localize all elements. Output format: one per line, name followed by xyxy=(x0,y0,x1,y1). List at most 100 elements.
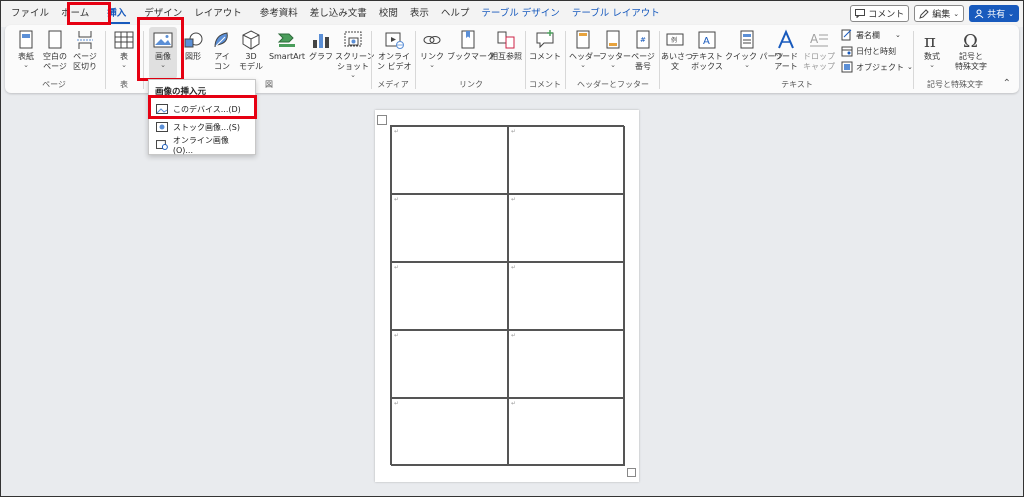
online-images-option[interactable]: オンライン画像(O)... xyxy=(149,136,255,155)
cell-end-mark-icon: ↵ xyxy=(511,128,517,135)
online-video-button[interactable]: オンライ ン ビデオ xyxy=(377,29,412,72)
page-break-button[interactable]: ページ 区切り xyxy=(71,29,99,72)
label-table[interactable]: ↵ ↵ ↵ ↵ ↵ ↵ ↵ ↵ ↵ ↵ xyxy=(390,125,625,466)
wordart-button[interactable]: ワード アート xyxy=(771,29,801,72)
text-group: 例 あいさつ 文 A テキスト ボックス クイック パーツ ⌄ ワード アート … xyxy=(661,25,913,93)
cell-end-mark-icon: ↵ xyxy=(394,196,400,203)
3d-models-label: 3D モデル xyxy=(239,52,263,71)
stock-image-icon xyxy=(156,122,168,132)
tab-layout[interactable]: レイアウト xyxy=(188,1,248,27)
icons-icon xyxy=(214,32,228,48)
chevron-down-icon: ⌄ xyxy=(429,61,435,69)
cross-reference-button[interactable]: 相互参照 xyxy=(489,29,523,62)
table-cell[interactable]: ↵ xyxy=(391,262,508,330)
table-cell[interactable]: ↵ xyxy=(508,330,625,398)
icons-button[interactable]: アイ コン xyxy=(209,29,235,72)
table-cell[interactable]: ↵ xyxy=(391,330,508,398)
editing-mode-button[interactable]: 編集 ⌄ xyxy=(914,5,965,22)
separator xyxy=(105,31,106,89)
table-cell[interactable]: ↵ xyxy=(508,126,625,194)
blank-page-button[interactable]: 空白の ページ xyxy=(41,29,69,72)
new-comment-label: コメント xyxy=(529,52,561,61)
chevron-down-icon: ⌄ xyxy=(23,61,29,69)
chevron-down-icon: ⌄ xyxy=(907,63,913,71)
pages-group: 表紙 ⌄ 空白の ページ ページ 区切り ページ xyxy=(5,25,103,93)
tab-file[interactable]: ファイル xyxy=(5,1,55,27)
textbox-label: テキスト ボックス xyxy=(691,52,723,71)
equation-button[interactable]: π 数式 ⌄ xyxy=(917,29,947,69)
chart-button[interactable]: グラフ xyxy=(309,29,333,62)
bookmark-button[interactable]: ブックマーク xyxy=(447,29,495,62)
share-icon xyxy=(974,9,984,18)
cube-icon xyxy=(242,30,260,50)
ribbon-tab-bar: ファイル ホーム 挿入 デザイン レイアウト 参考資料 差し込み文書 校閲 表示… xyxy=(1,1,1023,27)
tab-mailings[interactable]: 差し込み文書 xyxy=(304,1,373,27)
signature-icon xyxy=(841,29,852,41)
footer-button[interactable]: フッター ⌄ xyxy=(599,29,631,69)
symbol-button[interactable]: Ω 記号と 特殊文字 xyxy=(949,29,993,72)
table-cell[interactable]: ↵ xyxy=(508,262,625,330)
link-button[interactable]: リンク ⌄ xyxy=(419,29,445,69)
tab-table-design[interactable]: テーブル デザイン xyxy=(475,1,565,27)
table-cell[interactable]: ↵ xyxy=(508,398,625,466)
page-number-button[interactable]: # ページ 番号 xyxy=(629,29,657,72)
symbol-label: 記号と 特殊文字 xyxy=(955,52,987,71)
tab-review[interactable]: 校閲 xyxy=(373,1,404,27)
icons-label: アイ コン xyxy=(214,52,230,71)
tab-view[interactable]: 表示 xyxy=(404,1,435,27)
calendar-icon xyxy=(841,46,853,57)
collapse-ribbon-icon[interactable]: ⌃ xyxy=(1003,78,1011,89)
date-time-button[interactable]: 日付と時刻 xyxy=(841,45,896,57)
page-number-icon: # xyxy=(636,30,650,49)
table-cell[interactable]: ↵ xyxy=(391,398,508,466)
comments-group: コメント コメント xyxy=(527,25,563,93)
tab-references[interactable]: 参考資料 xyxy=(254,1,304,27)
screenshot-button[interactable]: スクリーン ショット ⌄ xyxy=(335,29,375,79)
tab-table-layout[interactable]: テーブル レイアウト xyxy=(566,1,666,27)
smartart-button[interactable]: SmartArt xyxy=(267,29,307,62)
dropcap-button[interactable]: A ドロップ キャップ xyxy=(803,29,835,72)
image-button[interactable]: 画像 ⌄ xyxy=(149,27,177,79)
share-button[interactable]: 共有 ⌄ xyxy=(969,5,1019,22)
tab-design[interactable]: デザイン xyxy=(138,1,188,27)
blank-page-label: 空白の ページ xyxy=(43,52,67,71)
table-resize-handle-icon[interactable] xyxy=(627,468,636,477)
textbox-button[interactable]: A テキスト ボックス xyxy=(691,29,723,72)
bar-chart-icon xyxy=(313,34,329,48)
object-button[interactable]: オブジェクト ⌄ xyxy=(841,61,913,73)
new-comment-button[interactable]: コメント xyxy=(529,29,561,62)
image-icon xyxy=(153,32,173,48)
page-break-icon xyxy=(77,31,93,49)
table-cell[interactable]: ↵ xyxy=(508,194,625,262)
comments-label: コメント xyxy=(868,10,905,20)
tab-insert[interactable]: 挿入 xyxy=(95,1,138,27)
table-button[interactable]: 表 ⌄ xyxy=(111,29,137,69)
pencil-icon xyxy=(919,8,929,19)
stock-images-label: ストック画像...(S) xyxy=(173,122,240,132)
comments-button[interactable]: コメント xyxy=(850,5,910,22)
table-cell[interactable]: ↵ xyxy=(391,126,508,194)
cover-page-button[interactable]: 表紙 ⌄ xyxy=(13,29,39,69)
table-move-handle-icon[interactable] xyxy=(377,115,387,125)
textbox-icon: A xyxy=(698,31,716,49)
greeting-button[interactable]: 例 あいさつ 文 xyxy=(661,29,693,72)
wordart-label: ワード アート xyxy=(774,52,798,71)
this-device-option[interactable]: このデバイス...(D) xyxy=(149,100,255,118)
chevron-down-icon: ⌄ xyxy=(610,61,616,69)
stock-images-option[interactable]: ストック画像...(S) xyxy=(149,118,255,136)
svg-text:Ω: Ω xyxy=(963,31,978,51)
shapes-button[interactable]: 図形 xyxy=(181,29,205,62)
bookmark-label: ブックマーク xyxy=(447,52,495,61)
3d-models-button[interactable]: 3D モデル xyxy=(237,29,265,72)
signature-line-button[interactable]: 署名欄 ⌄ xyxy=(841,29,901,41)
cell-end-mark-icon: ↵ xyxy=(511,196,517,203)
quick-parts-button[interactable]: クイック パーツ ⌄ xyxy=(725,29,783,69)
tab-home[interactable]: ホーム xyxy=(55,1,95,27)
document-page[interactable]: ↵ ↵ ↵ ↵ ↵ ↵ ↵ ↵ ↵ ↵ xyxy=(375,110,639,482)
chevron-down-icon: ⌄ xyxy=(350,71,356,79)
tab-help[interactable]: ヘルプ xyxy=(435,1,476,27)
svg-text:π: π xyxy=(924,31,936,51)
online-image-icon xyxy=(156,140,168,150)
header-button[interactable]: ヘッダー ⌄ xyxy=(569,29,601,69)
table-cell[interactable]: ↵ xyxy=(391,194,508,262)
